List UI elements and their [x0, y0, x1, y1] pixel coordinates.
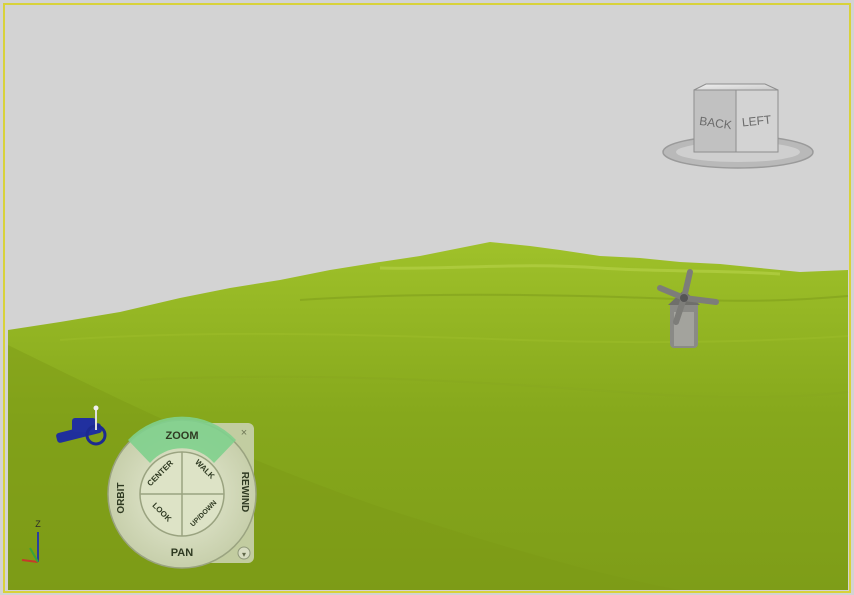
3d-viewport[interactable]: BACK LEFT Z ZOOM ORBIT REWIND PAN CENTER… [0, 0, 854, 595]
viewport-active-border [3, 3, 851, 593]
